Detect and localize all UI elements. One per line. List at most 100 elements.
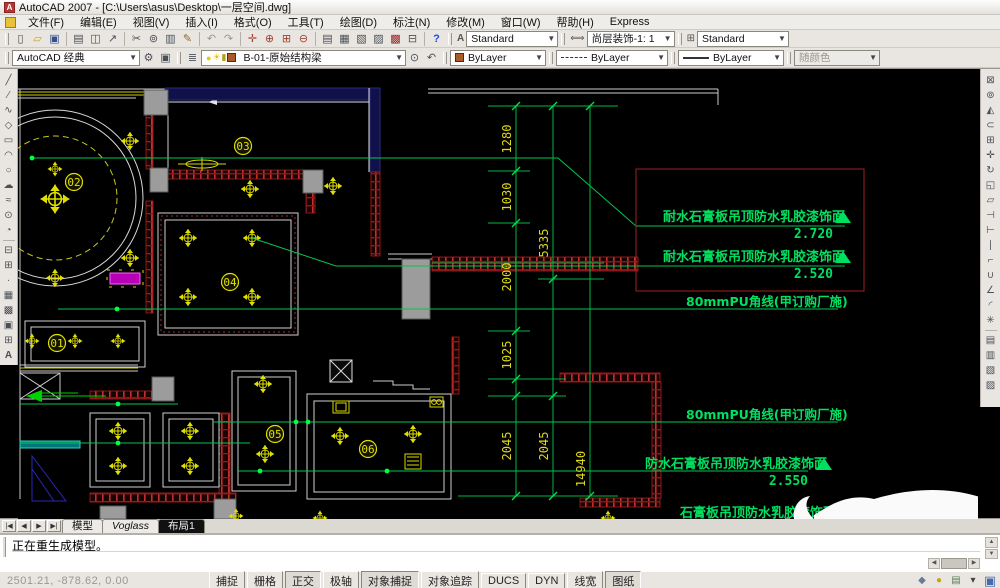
tray-arrow-icon[interactable]: ▾ [966,575,980,586]
toolbar-grip[interactable] [443,52,447,64]
insert-block-icon[interactable]: ⊟ [1,243,17,258]
hatch-icon[interactable]: ▦ [1,288,17,303]
plot-preview-icon[interactable]: ◫ [87,31,104,47]
extend-icon[interactable]: ⊢ [983,223,999,238]
toolbar-grip[interactable] [5,33,9,45]
tab-next-icon[interactable]: ▶ [32,520,46,532]
toggle-grid[interactable]: 栅格 [247,571,283,588]
undo-icon[interactable]: ↶ [203,31,220,47]
menu-tools[interactable]: 工具(T) [281,14,331,30]
menu-insert[interactable]: 插入(I) [178,14,224,30]
layer-manager-icon[interactable]: ≣ [184,50,201,66]
layer-previous-icon[interactable]: ↶ [423,50,440,66]
break-at-point-icon[interactable]: ∣ [983,238,999,253]
tab-layout1[interactable]: 布局1 [158,519,205,533]
layer-thaw-sun-icon[interactable]: ☀ [212,52,220,63]
ellipse-arc-icon[interactable]: ◔ [1,223,17,238]
layer-on-bulb-icon[interactable]: ● [206,53,211,63]
erase-icon[interactable]: ⊠ [983,73,999,88]
publish-icon[interactable]: ↗ [104,31,121,47]
tray-service-icon[interactable]: ◆ [915,575,929,586]
dim-style-combo[interactable]: 尚层装饰-1: 1▼ [587,31,675,47]
menu-express[interactable]: Express [603,16,657,28]
menu-draw[interactable]: 绘图(D) [333,14,384,30]
toggle-lwt[interactable]: 线宽 [567,571,603,588]
menu-modify[interactable]: 修改(M) [439,14,492,30]
rectangle-icon[interactable]: ▭ [1,133,17,148]
toolbar-grip[interactable] [549,52,553,64]
redo-icon[interactable]: ↷ [220,31,237,47]
scale-icon[interactable]: ◱ [983,178,999,193]
menu-file[interactable]: 文件(F) [21,14,71,30]
line-icon[interactable]: ╱ [1,73,17,88]
match-properties-icon[interactable]: ✎ [179,31,196,47]
layer-unlock-icon[interactable]: ▮ [222,52,227,63]
toggle-paper[interactable]: 图纸 [605,571,641,588]
mtext-icon[interactable]: A [1,348,17,363]
gradient-icon[interactable]: ▩ [1,303,17,318]
clean-screen-icon[interactable]: ▣ [983,573,997,588]
tray-lock-icon[interactable]: ● [932,575,946,586]
toolbar-grip[interactable] [787,52,791,64]
toggle-polar[interactable]: 极轴 [323,571,359,588]
table-style-combo[interactable]: Standard▼ [697,31,789,47]
revcloud-icon[interactable]: ☁ [1,178,17,193]
linetype-combo[interactable]: ByLayer ▼ [556,50,668,66]
command-input[interactable] [12,553,980,567]
make-object-layer-current-icon[interactable]: ⊙ [406,50,423,66]
toolbar-grip[interactable] [448,33,452,45]
sheetset-manager-icon[interactable]: ▨ [370,31,387,47]
cut-icon[interactable]: ✂ [128,31,145,47]
text-style-combo[interactable]: Standard▼ [466,31,558,47]
lineweight-combo[interactable]: ByLayer ▼ [678,50,784,66]
circle-icon[interactable]: ○ [1,163,17,178]
workspace-combo[interactable]: AutoCAD 经典▼ [12,50,140,66]
tab-prev-icon[interactable]: ◀ [17,520,31,532]
paste-icon[interactable]: ▥ [162,31,179,47]
command-vscroll[interactable]: ▲▼ [985,537,998,559]
new-icon[interactable]: ▯ [12,31,29,47]
mirror-icon[interactable]: ◭ [983,103,999,118]
plot-icon[interactable]: ▤ [70,31,87,47]
draworder-above-icon[interactable]: ▧ [983,363,999,378]
toolbar-grip[interactable] [177,52,181,64]
draworder-front-icon[interactable]: ▤ [983,333,999,348]
join-icon[interactable]: ∪ [983,268,999,283]
toolbar-grip[interactable] [561,33,565,45]
pan-icon[interactable]: ✛ [244,31,261,47]
region-icon[interactable]: ▣ [1,318,17,333]
make-block-icon[interactable]: ⊞ [1,258,17,273]
toolbar-grip[interactable] [5,52,9,64]
polygon-icon[interactable]: ◇ [1,118,17,133]
menu-help[interactable]: 帮助(H) [550,14,601,30]
zoom-previous-icon[interactable]: ⊖ [295,31,312,47]
construction-line-icon[interactable]: ⁄ [1,88,17,103]
array-icon[interactable]: ⊞ [983,133,999,148]
color-combo[interactable]: ByLayer ▼ [450,50,546,66]
cad-canvas[interactable]: 1280 1030 2000 1025 2045 5335 2045 14940… [18,69,978,519]
offset-icon[interactable]: ⊂ [983,118,999,133]
stretch-icon[interactable]: ▱ [983,193,999,208]
tab-model[interactable]: 模型 [62,519,103,533]
point-icon[interactable]: ∙ [1,273,17,288]
draworder-back-icon[interactable]: ▥ [983,348,999,363]
toggle-snap[interactable]: 捕捉 [209,571,245,588]
workspace-settings-icon[interactable]: ⚙ [140,50,157,66]
fillet-icon[interactable]: ◜ [983,298,999,313]
tab-first-icon[interactable]: |◀ [2,520,16,532]
save-icon[interactable]: ▣ [46,31,63,47]
break-icon[interactable]: ⌐ [983,253,999,268]
trim-icon[interactable]: ⊣ [983,208,999,223]
layer-color-swatch[interactable] [227,53,236,62]
toggle-ortho[interactable]: 正交 [285,571,321,588]
tray-plot-icon[interactable]: ▤ [949,575,963,586]
command-splitter[interactable] [2,537,6,557]
copy-icon[interactable]: ⊚ [145,31,162,47]
zoom-window-icon[interactable]: ⊞ [278,31,295,47]
toggle-ducs[interactable]: DUCS [481,573,526,588]
workspace-save-icon[interactable]: ▣ [157,50,174,66]
spline-icon[interactable]: ≈ [1,193,17,208]
open-icon[interactable]: ▱ [29,31,46,47]
zoom-realtime-icon[interactable]: ⊕ [261,31,278,47]
tool-palettes-icon[interactable]: ▧ [353,31,370,47]
